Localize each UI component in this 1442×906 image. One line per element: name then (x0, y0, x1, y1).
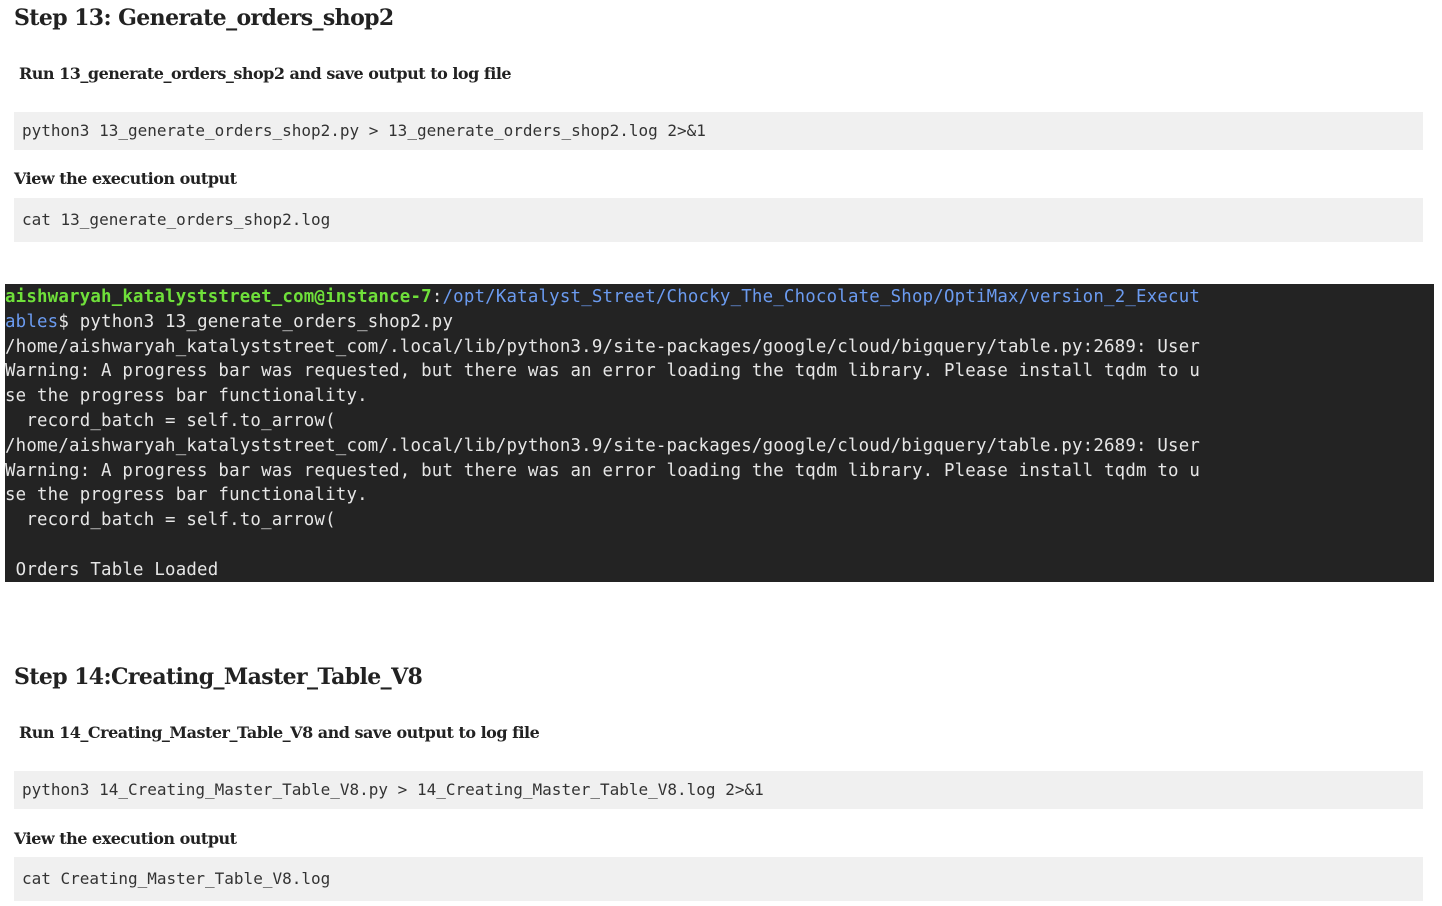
step-13-title: Step 13: Generate_orders_shop2 (14, 5, 394, 31)
terminal-line: se the progress bar functionality. (5, 485, 368, 506)
terminal-prompt-path: /opt/Katalyst_Street/Chocky_The_Chocolat… (442, 287, 1201, 307)
step-13-run-command[interactable]: python3 13_generate_orders_shop2.py > 13… (14, 112, 1423, 150)
terminal-line: se the progress bar functionality. (5, 386, 368, 407)
terminal-command: $ python3 13_generate_orders_shop2.py (58, 311, 454, 332)
terminal-prompt-line-1: aishwaryah_katalyststreet_com@instance-7… (5, 285, 1434, 310)
step-14-view-label: View the execution output (14, 829, 237, 848)
step-13-view-label: View the execution output (14, 169, 237, 188)
terminal-line: Warning: A progress bar was requested, b… (5, 361, 1201, 382)
terminal-prompt-user: aishwaryah_katalyststreet_com@instance-7 (5, 287, 432, 307)
terminal-line: Warning: A progress bar was requested, b… (5, 460, 1201, 481)
terminal-line: Orders Table Loaded (5, 559, 219, 580)
terminal-line: record_batch = self.to_arrow( (5, 410, 336, 431)
step-13-view-command[interactable]: cat 13_generate_orders_shop2.log (14, 198, 1423, 242)
terminal-prompt-path-continued: ables (5, 311, 59, 332)
step-13-run-label: Run 13_generate_orders_shop2 and save ou… (19, 64, 512, 83)
terminal-output: aishwaryah_katalyststreet_com@instance-7… (5, 284, 1434, 582)
step-14-view-command[interactable]: cat Creating_Master_Table_V8.log (14, 857, 1423, 901)
step-14-run-label: Run 14_Creating_Master_Table_V8 and save… (19, 723, 540, 742)
terminal-prompt-line-2: ables$ python3 13_generate_orders_shop2.… (5, 310, 1434, 335)
terminal-line: record_batch = self.to_arrow( (5, 510, 336, 531)
terminal-prompt-separator: : (431, 287, 443, 307)
step-14-run-command[interactable]: python3 14_Creating_Master_Table_V8.py >… (14, 771, 1423, 809)
step-14-title: Step 14:Creating_Master_Table_V8 (14, 664, 423, 690)
terminal-line: /home/aishwaryah_katalyststreet_com/.loc… (5, 336, 1201, 357)
terminal-line: /home/aishwaryah_katalyststreet_com/.loc… (5, 435, 1201, 456)
